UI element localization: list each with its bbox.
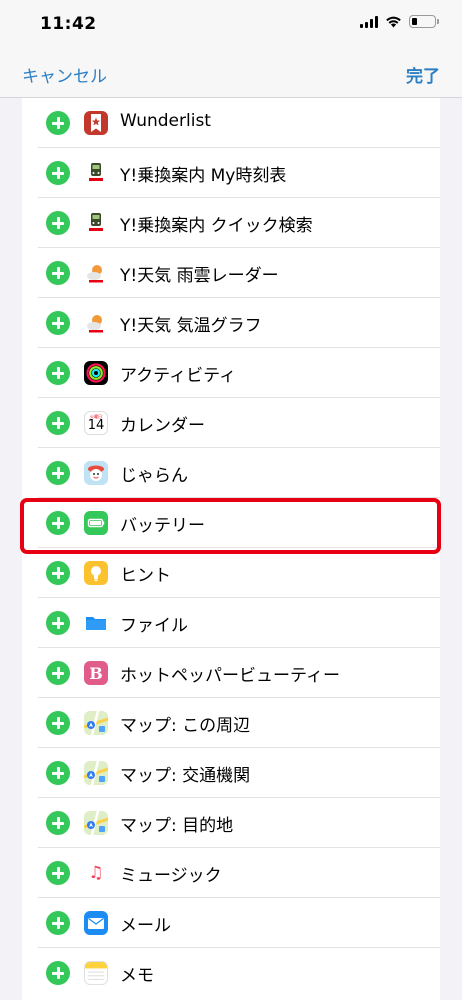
music-note-glyph: ♫ <box>88 863 104 883</box>
item-label: Y!乗換案内 My時刻表 <box>120 166 287 186</box>
yahoo-weather-icon <box>84 261 108 285</box>
tips-icon <box>84 561 108 585</box>
item-label: メール <box>120 916 171 936</box>
list-item[interactable]: メール <box>22 898 440 948</box>
maps-icon <box>84 761 108 785</box>
item-label: ミュージック <box>120 866 222 886</box>
status-icons <box>360 15 439 28</box>
add-icon[interactable] <box>46 161 70 185</box>
add-icon[interactable] <box>46 961 70 985</box>
add-icon[interactable] <box>46 811 70 835</box>
battery-status-icon <box>409 15 439 28</box>
list-item[interactable]: ♫ ミュージック <box>22 848 440 898</box>
add-icon[interactable] <box>46 261 70 285</box>
item-label: Y!乗換案内 クイック検索 <box>120 216 313 236</box>
add-icon[interactable] <box>46 461 70 485</box>
item-label: ファイル <box>120 616 188 636</box>
item-label: じゃらん <box>120 466 188 486</box>
item-label: マップ: 交通機関 <box>120 766 251 786</box>
item-label: アクティビティ <box>120 366 237 386</box>
files-icon <box>84 611 108 635</box>
mail-icon <box>84 911 108 935</box>
status-time: 11:42 <box>40 14 97 34</box>
list-item[interactable]: B ホットペッパービューティー <box>22 648 440 698</box>
list-item[interactable]: じゃらん <box>22 448 440 498</box>
item-label: Y!天気 気温グラフ <box>120 316 262 336</box>
list-item[interactable]: Y!乗換案内 My時刻表 <box>22 148 440 198</box>
notes-icon <box>84 961 108 985</box>
add-icon[interactable] <box>46 561 70 585</box>
add-icon[interactable] <box>46 361 70 385</box>
list-item[interactable]: マップ: この周辺 <box>22 698 440 748</box>
add-icon[interactable] <box>46 761 70 785</box>
music-icon: ♫ <box>84 861 108 885</box>
add-icon[interactable] <box>46 211 70 235</box>
list-item[interactable]: ヒント <box>22 548 440 598</box>
jalan-icon <box>84 461 108 485</box>
calendar-icon: 火曜日 14 <box>84 411 108 435</box>
item-label: Wunderlist <box>120 111 211 131</box>
navigation-bar: キャンセル 完了 <box>0 50 462 98</box>
item-label: マップ: 目的地 <box>120 816 234 836</box>
add-icon[interactable] <box>46 861 70 885</box>
wifi-icon <box>386 16 401 28</box>
list-item[interactable]: Y!天気 気温グラフ <box>22 298 440 348</box>
yahoo-weather-icon <box>84 311 108 335</box>
maps-icon <box>84 711 108 735</box>
list-item[interactable]: Y!天気 雨雲レーダー <box>22 248 440 298</box>
activity-icon <box>84 361 108 385</box>
item-label: メモ <box>120 966 154 986</box>
status-bar: 11:42 <box>0 0 462 50</box>
list-item[interactable]: Y!乗換案内 クイック検索 <box>22 198 440 248</box>
list-item[interactable]: マップ: 目的地 <box>22 798 440 848</box>
cancel-button[interactable]: キャンセル <box>22 62 107 87</box>
list-item[interactable]: メモ <box>22 948 440 998</box>
wunderlist-icon <box>84 111 108 135</box>
item-label: ヒント <box>120 566 171 586</box>
list-item[interactable]: マップ: 交通機関 <box>22 748 440 798</box>
highlight-box <box>20 498 441 554</box>
item-label: マップ: この周辺 <box>120 716 251 736</box>
maps-icon <box>84 811 108 835</box>
yahoo-transit-icon <box>84 161 108 185</box>
calendar-date: 14 <box>87 417 105 433</box>
list-item[interactable]: 火曜日 14 カレンダー <box>22 398 440 448</box>
item-label: Y!天気 雨雲レーダー <box>120 266 279 286</box>
add-icon[interactable] <box>46 911 70 935</box>
list-item[interactable]: アクティビティ <box>22 348 440 398</box>
list-item[interactable]: Wunderlist <box>22 98 440 148</box>
add-icon[interactable] <box>46 611 70 635</box>
hotpepper-beauty-glyph: B <box>89 663 103 683</box>
add-icon[interactable] <box>46 711 70 735</box>
done-button[interactable]: 完了 <box>406 62 440 87</box>
add-icon[interactable] <box>46 311 70 335</box>
add-icon[interactable] <box>46 661 70 685</box>
hotpepper-beauty-icon: B <box>84 661 108 685</box>
add-icon[interactable] <box>46 111 70 135</box>
add-icon[interactable] <box>46 411 70 435</box>
list-item[interactable]: ファイル <box>22 598 440 648</box>
item-label: ホットペッパービューティー <box>120 666 340 686</box>
cellular-signal-icon <box>360 15 378 28</box>
yahoo-transit-icon <box>84 211 108 235</box>
item-label: カレンダー <box>120 416 205 436</box>
